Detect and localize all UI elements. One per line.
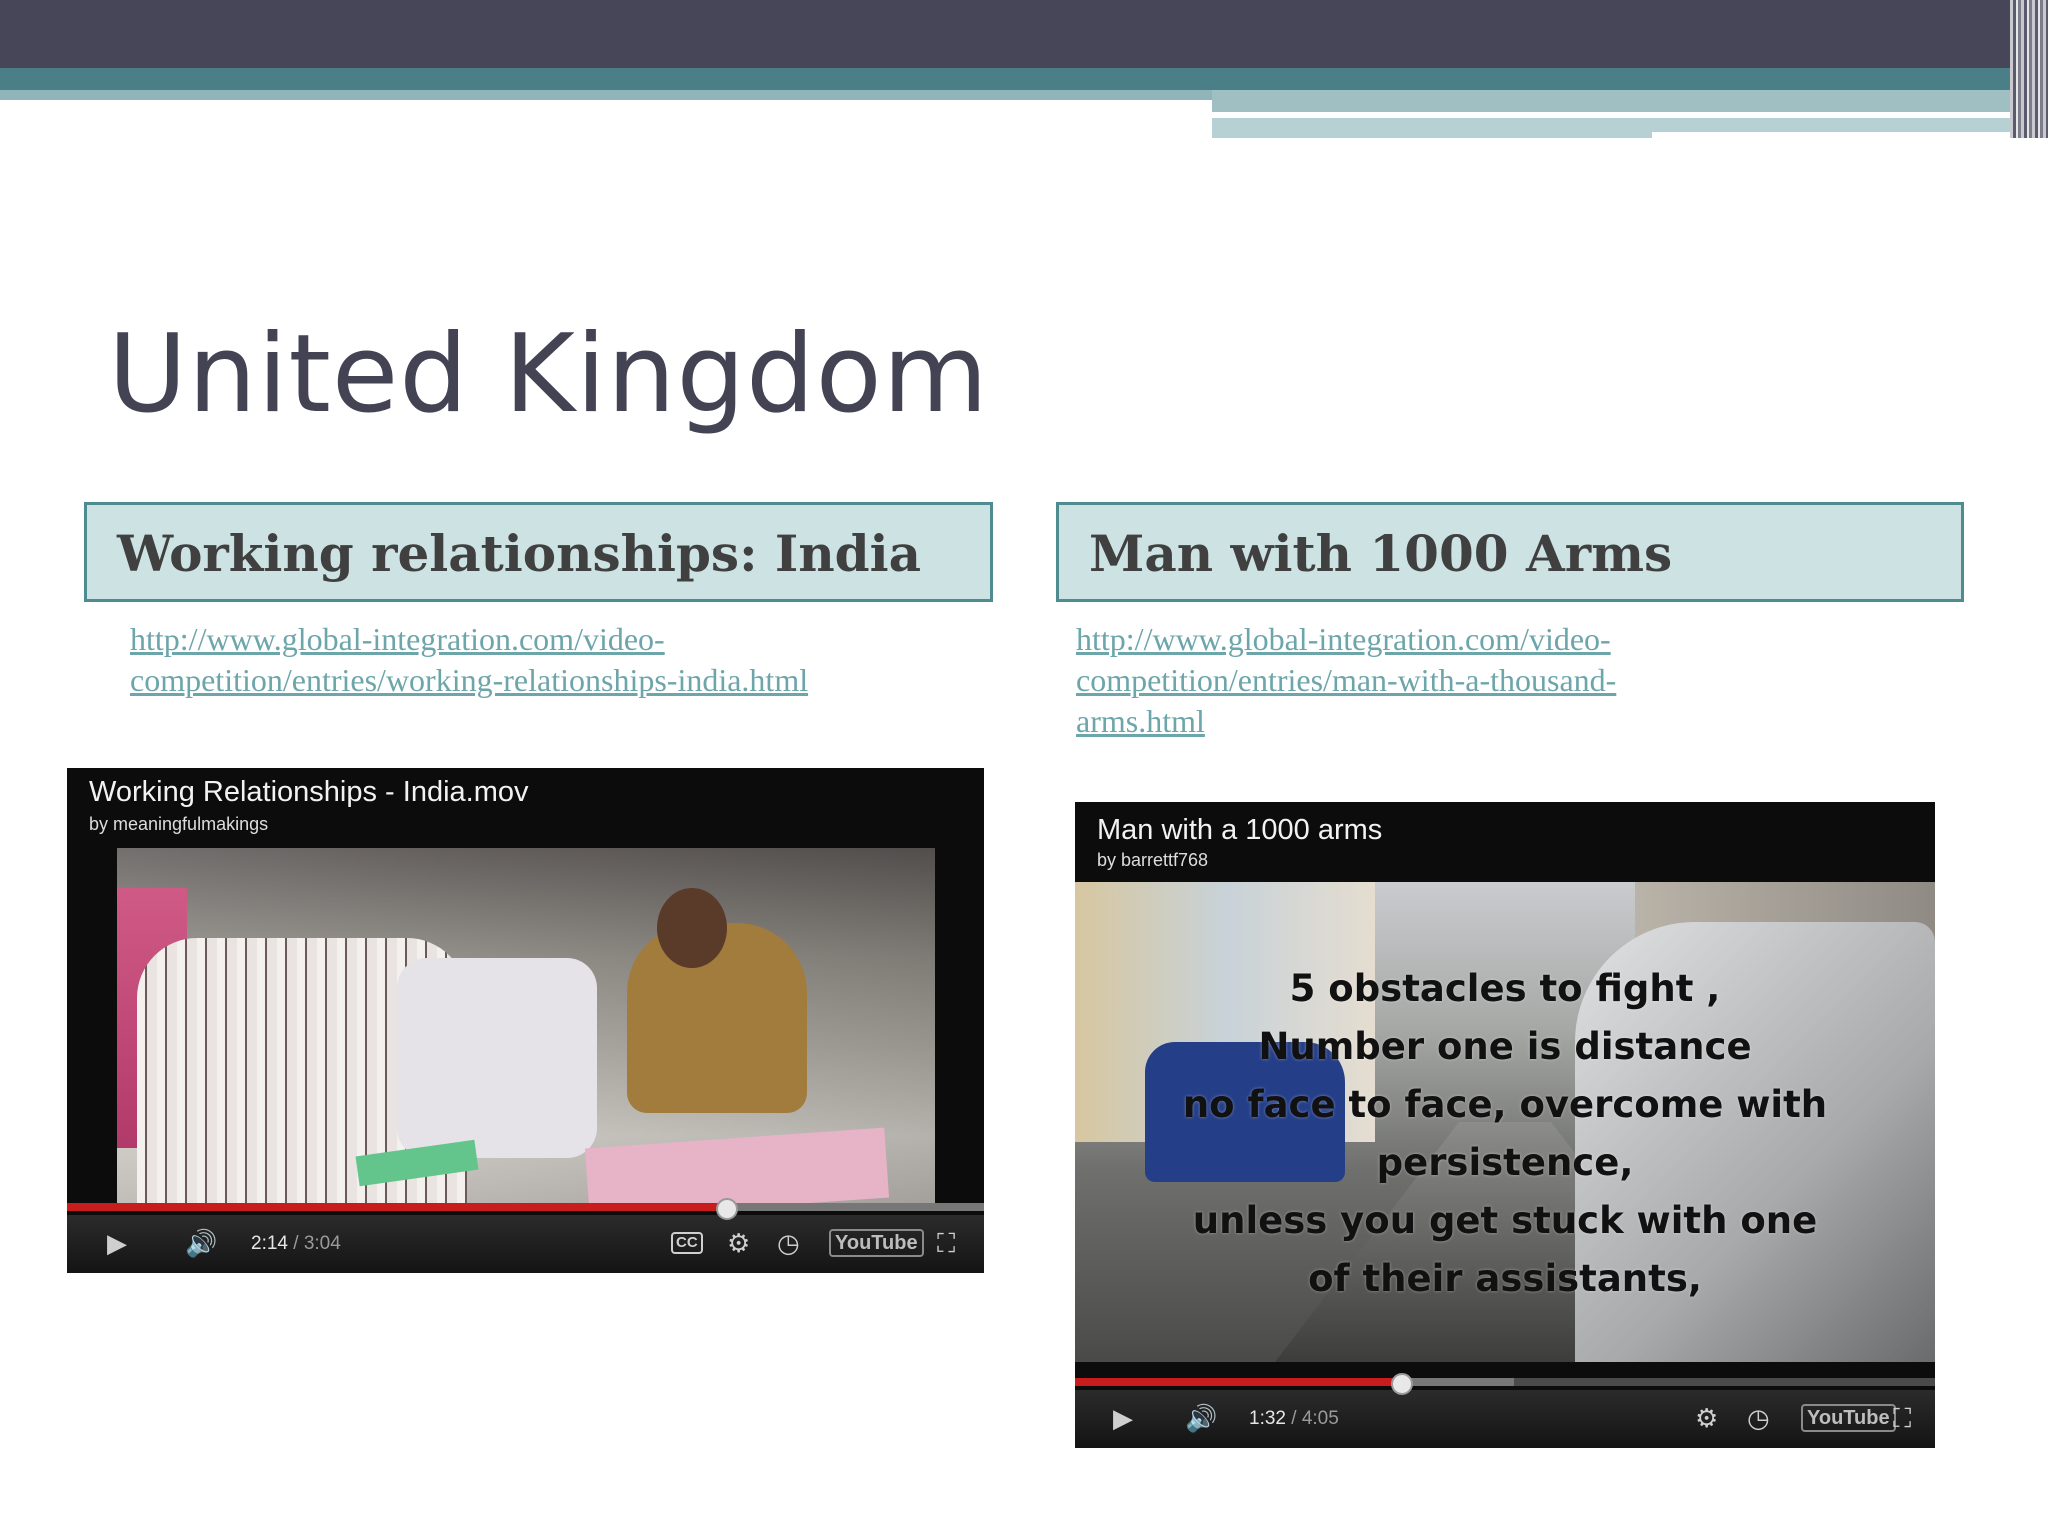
video-frame[interactable]: 5 obstacles to fight , Number one is dis… bbox=[1075, 882, 1935, 1362]
caption-line: Number one is distance bbox=[1258, 1025, 1752, 1068]
column-header-label: Working relationships: India bbox=[117, 524, 922, 583]
video-title[interactable]: Working Relationships - India.mov bbox=[89, 776, 529, 809]
clock-icon[interactable]: ◷ bbox=[1747, 1405, 1770, 1433]
video-byline[interactable]: by barrettf768 bbox=[1097, 850, 1208, 871]
header-band-dark bbox=[0, 0, 2048, 68]
progress-bar[interactable] bbox=[1075, 1378, 1935, 1386]
video-player-right[interactable]: 5 obstacles to fight , Number one is dis… bbox=[1075, 802, 1935, 1448]
fullscreen-icon[interactable]: ⛶ bbox=[1893, 1405, 1911, 1433]
time-current: 1:32 bbox=[1249, 1408, 1286, 1429]
header-band-light bbox=[1652, 118, 2010, 132]
time-total: / 3:04 bbox=[293, 1233, 341, 1254]
time-total: / 4:05 bbox=[1291, 1408, 1339, 1429]
video-player-left[interactable]: Working Relationships - India.mov by mea… bbox=[67, 768, 984, 1273]
time-display: 2:14 / 3:04 bbox=[251, 1233, 341, 1255]
column-header-label: Man with 1000 Arms bbox=[1089, 524, 1673, 583]
fullscreen-icon[interactable]: ⛶ bbox=[937, 1230, 955, 1258]
player-controls: ▶ 🔊 2:14 / 3:04 CC ⚙ ◷ YouTube ⛶ bbox=[67, 1198, 984, 1273]
header-band-teal bbox=[0, 68, 2010, 90]
video-title[interactable]: Man with a 1000 arms bbox=[1097, 814, 1382, 847]
player-controls: ▶ 🔊 1:32 / 4:05 ⚙ ◷ YouTube ⛶ bbox=[1075, 1373, 1935, 1448]
header-band-light bbox=[1212, 118, 1652, 138]
video-link-right[interactable]: http://www.global-integration.com/video-… bbox=[1076, 619, 1616, 742]
column-header-right: Man with 1000 Arms bbox=[1056, 502, 1964, 602]
gear-icon[interactable]: ⚙ bbox=[1695, 1405, 1718, 1433]
youtube-logo-button[interactable]: YouTube bbox=[1801, 1404, 1896, 1432]
caption-line: persistence, bbox=[1376, 1141, 1634, 1184]
header-band-light bbox=[1212, 90, 2010, 112]
scrub-handle[interactable] bbox=[716, 1198, 739, 1220]
youtube-logo-button[interactable]: YouTube bbox=[829, 1229, 924, 1257]
gear-icon[interactable]: ⚙ bbox=[727, 1230, 750, 1258]
progress-played bbox=[1075, 1378, 1402, 1386]
play-icon[interactable]: ▶ bbox=[107, 1230, 127, 1258]
caption-line: unless you get stuck with one bbox=[1192, 1199, 1818, 1242]
cc-button[interactable]: CC bbox=[671, 1232, 703, 1254]
caption-line: no face to face, overcome with bbox=[1182, 1083, 1828, 1126]
time-display: 1:32 / 4:05 bbox=[1249, 1408, 1339, 1430]
clock-icon[interactable]: ◷ bbox=[777, 1230, 800, 1258]
link-line: http://www.global-integration.com/video- bbox=[130, 621, 665, 657]
video-caption-overlay: 5 obstacles to fight , Number one is dis… bbox=[1075, 960, 1935, 1308]
video-link-left[interactable]: http://www.global-integration.com/video-… bbox=[130, 619, 808, 701]
slide-title: United Kingdom bbox=[108, 312, 989, 437]
volume-icon[interactable]: 🔊 bbox=[1185, 1405, 1217, 1433]
video-byline[interactable]: by meaningfulmakings bbox=[89, 814, 268, 835]
frame-white-bag bbox=[397, 958, 597, 1158]
link-line: http://www.global-integration.com/video- bbox=[1076, 621, 1611, 657]
link-line: arms.html bbox=[1076, 703, 1205, 739]
header-stripes bbox=[2010, 0, 2048, 138]
volume-icon[interactable]: 🔊 bbox=[185, 1230, 217, 1258]
caption-line: of their assistants, bbox=[1308, 1257, 1702, 1300]
progress-bar[interactable] bbox=[67, 1203, 984, 1211]
column-header-left: Working relationships: India bbox=[84, 502, 993, 602]
link-line: competition/entries/man-with-a-thousand- bbox=[1076, 662, 1617, 698]
header-band-light bbox=[0, 90, 1212, 100]
frame-seated-man-head bbox=[657, 888, 727, 968]
time-current: 2:14 bbox=[251, 1233, 288, 1254]
scrub-handle[interactable] bbox=[1390, 1373, 1413, 1395]
link-line: competition/entries/working-relationship… bbox=[130, 662, 809, 698]
caption-line: 5 obstacles to fight , bbox=[1289, 967, 1721, 1010]
play-icon[interactable]: ▶ bbox=[1113, 1405, 1133, 1433]
progress-played bbox=[67, 1203, 728, 1211]
video-frame[interactable] bbox=[117, 848, 935, 1208]
